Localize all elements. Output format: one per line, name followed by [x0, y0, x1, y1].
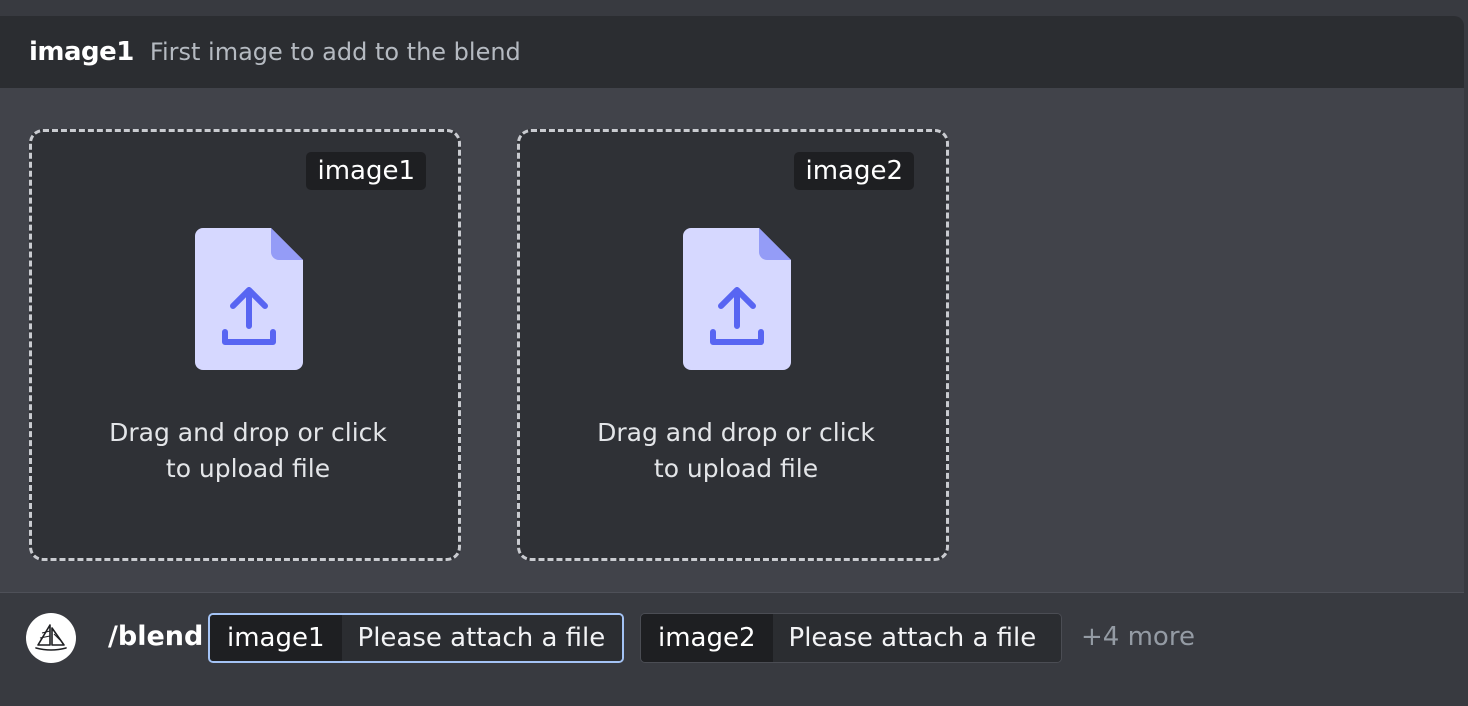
file-upload-icon [195, 228, 303, 370]
image1-dropzone[interactable]: image1 Drag and drop or click to upload … [29, 129, 461, 561]
sailboat-icon [35, 624, 67, 651]
option-chip-key: image2 [641, 614, 773, 662]
option-name: image1 [29, 37, 134, 67]
more-options-link[interactable]: +4 more [1081, 617, 1195, 657]
option-chip-image2[interactable]: image2 Please attach a file [640, 613, 1062, 663]
option-chip-key: image1 [210, 615, 342, 661]
command-name: /blend [108, 621, 204, 652]
upload-area: image1 Drag and drop or click to upload … [0, 88, 1464, 592]
option-header: image1 First image to add to the blend [0, 16, 1464, 88]
dropzone-tag: image1 [306, 152, 426, 190]
page: image1 First image to add to the blend i… [0, 0, 1468, 706]
bot-avatar [26, 613, 76, 663]
dropzone-instruction: Drag and drop or click to upload file [597, 418, 875, 483]
option-chip-value: Please attach a file [772, 614, 1061, 662]
option-chip-image1[interactable]: image1 Please attach a file [208, 613, 624, 663]
dropzone-tag: image2 [794, 152, 914, 190]
command-option-panel: image1 First image to add to the blend i… [0, 16, 1464, 682]
file-upload-icon [683, 228, 791, 370]
option-chip-value: Please attach a file [341, 615, 622, 661]
option-description: First image to add to the blend [149, 38, 521, 66]
command-bar: /blend image1 Please attach a file image… [0, 593, 1464, 682]
image2-dropzone[interactable]: image2 Drag and drop or click to upload … [517, 129, 949, 561]
dropzone-instruction: Drag and drop or click to upload file [109, 418, 387, 483]
